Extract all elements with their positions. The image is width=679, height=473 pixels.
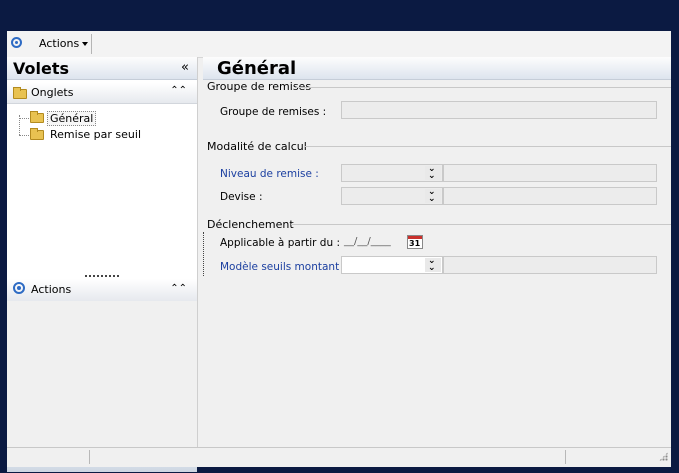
focus-indicator: [203, 232, 204, 276]
double-chevron-down-icon: ⌄ ⌄: [428, 187, 436, 204]
devise-label: Devise :: [220, 191, 263, 203]
modele-seuils-label: Modèle seuils montant :: [220, 261, 347, 273]
tree-item-remise-par-seuil[interactable]: Remise par seuil: [50, 128, 141, 141]
actions-section-header[interactable]: Actions ⌃⌃: [7, 279, 197, 302]
general-header: Général: [203, 57, 671, 80]
caret-down-icon: [82, 42, 89, 46]
dropdown-button[interactable]: ⌄ ⌄: [425, 187, 441, 204]
actions-menu-button[interactable]: Actions: [39, 37, 89, 50]
target-icon: [13, 282, 25, 294]
niveau-remise-dropdown[interactable]: ⌄ ⌄: [341, 164, 443, 182]
devise-description: [443, 187, 657, 205]
group-title-declenchement: Déclenchement: [207, 218, 294, 231]
groupe-remises-label: Groupe de remises :: [220, 106, 327, 118]
applicable-date-input[interactable]: __/__/____: [341, 233, 403, 251]
niveau-remise-label: Niveau de remise :: [220, 168, 319, 180]
calendar-day: 31: [409, 239, 421, 248]
dropdown-button[interactable]: ⌄ ⌄: [425, 256, 441, 273]
niveau-remise-description: [443, 164, 657, 182]
volets-panel: Volets « Onglets ⌃⌃ Général Remise par s…: [7, 57, 198, 472]
app-target-icon: [11, 37, 22, 48]
volets-title: Volets: [13, 59, 70, 78]
folder-icon: [13, 87, 27, 99]
toolbar: Actions: [7, 31, 671, 58]
actions-menu-label: Actions: [39, 37, 80, 50]
resize-grip-icon[interactable]: [659, 452, 668, 461]
group-title-calcul: Modalité de calcul: [207, 140, 307, 153]
page-title: Général: [217, 58, 297, 79]
double-chevron-down-icon: ⌄ ⌄: [428, 256, 436, 273]
group-divider: [304, 146, 671, 147]
status-cell: [89, 450, 90, 464]
chevron-up-icon[interactable]: ⌃⌃: [170, 283, 187, 294]
status-bar: [7, 447, 671, 467]
date-placeholder: __/__/____: [344, 236, 391, 247]
folder-icon: [30, 128, 44, 140]
status-cell: [565, 450, 566, 464]
actions-section-label: Actions: [31, 283, 72, 296]
tree-line: [19, 118, 29, 119]
group-divider: [296, 87, 671, 88]
tree-item-general[interactable]: Général: [47, 111, 97, 126]
double-chevron-down-icon: ⌄ ⌄: [428, 164, 436, 181]
onglets-section-header[interactable]: Onglets ⌃⌃: [7, 83, 197, 104]
calendar-icon[interactable]: 31: [407, 235, 423, 249]
devise-dropdown[interactable]: ⌄ ⌄: [341, 187, 443, 205]
dropdown-button[interactable]: ⌄ ⌄: [425, 164, 441, 181]
panel-splitter-grip[interactable]: [85, 275, 119, 277]
group-divider: [291, 224, 671, 225]
onglets-label: Onglets: [31, 86, 74, 99]
collapse-panel-icon[interactable]: «: [181, 60, 189, 75]
tree-line: [19, 135, 29, 136]
modele-seuils-dropdown[interactable]: ⌄ ⌄: [341, 256, 443, 274]
modele-seuils-description: [443, 256, 657, 274]
applicable-label: Applicable à partir du :: [220, 237, 341, 249]
groupe-remises-field[interactable]: [341, 101, 657, 119]
folder-open-icon: [30, 111, 44, 123]
actions-section-body: [7, 301, 197, 449]
main-window: Actions Volets « Onglets ⌃⌃ Général Remi…: [7, 31, 671, 472]
general-form: Général Groupe de remises Groupe de remi…: [203, 57, 671, 447]
volets-header: Volets «: [7, 57, 197, 80]
chevron-up-icon[interactable]: ⌃⌃: [170, 85, 187, 96]
toolbar-separator: [91, 34, 92, 54]
